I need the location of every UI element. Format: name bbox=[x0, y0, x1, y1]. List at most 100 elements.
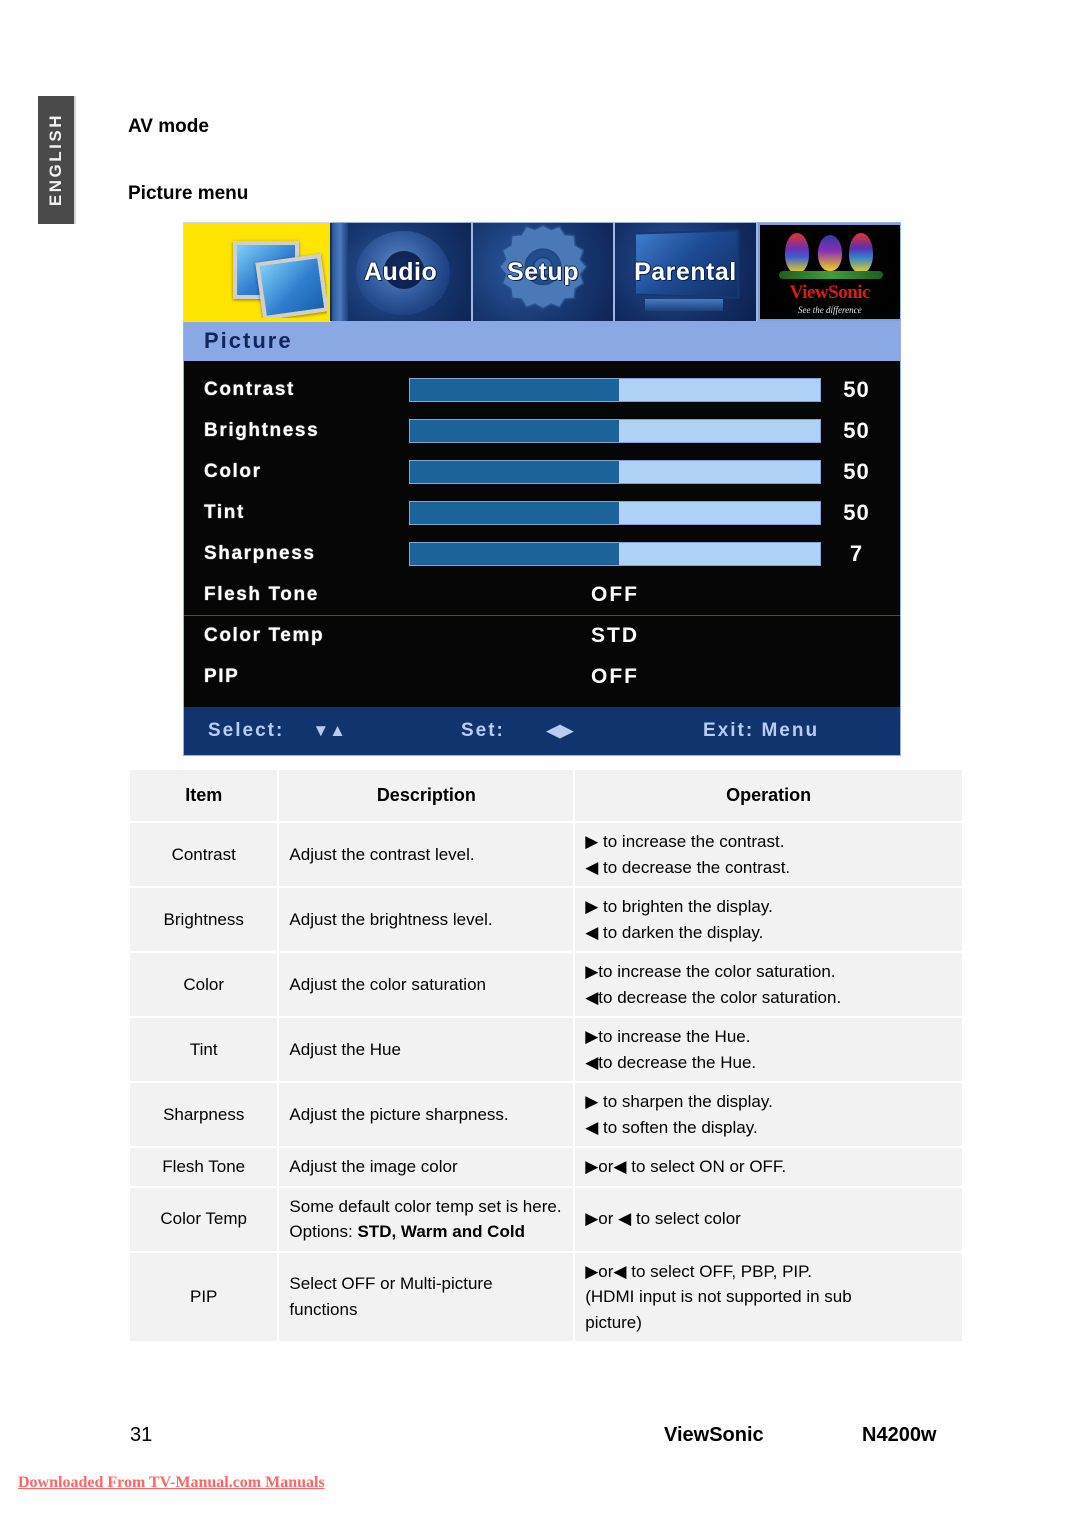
operation-line: ◀ to decrease the contrast. bbox=[585, 857, 791, 877]
manual-page: ENGLISH AV mode Picture menu Audio Setup… bbox=[0, 0, 1080, 1528]
osd-exit-label: Exit: Menu bbox=[703, 720, 820, 741]
osd-tab-bar: Audio Setup Parental ViewSonic See the d… bbox=[182, 222, 901, 322]
table-cell-operation: ▶or◀ to select OFF, PBP, PIP. (HDMI inpu… bbox=[575, 1252, 962, 1341]
table-cell-item: Sharpness bbox=[130, 1083, 278, 1146]
operation-line: (HDMI input is not supported in sub bbox=[585, 1287, 852, 1306]
osd-tab-parental-label: Parental bbox=[634, 257, 737, 286]
osd-slider-color[interactable] bbox=[409, 459, 821, 484]
bird-icon-center bbox=[817, 235, 842, 271]
viewsonic-logo-word: ViewSonic bbox=[789, 282, 871, 303]
bird-icon-left bbox=[784, 233, 809, 273]
osd-value-sharpness: 7 bbox=[849, 540, 864, 566]
table-cell-item: Brightness bbox=[130, 888, 278, 951]
osd-tab-parental[interactable]: Parental bbox=[615, 223, 758, 321]
osd-row-color-temp[interactable]: Color Temp STD bbox=[184, 615, 900, 656]
picture-menu-reference-table: Item Description Operation Contrast Adju… bbox=[128, 768, 964, 1343]
osd-slider-color-fill bbox=[410, 460, 620, 483]
osd-row-brightness-label: Brightness bbox=[204, 419, 320, 441]
osd-slider-tint-fill bbox=[410, 501, 620, 524]
osd-row-color[interactable]: Color 50 bbox=[184, 451, 900, 492]
osd-slider-contrast[interactable] bbox=[409, 377, 821, 402]
operation-line: ▶ to brighten the display. bbox=[585, 897, 773, 916]
table-header-item: Item bbox=[130, 770, 278, 821]
bird-perch bbox=[778, 271, 883, 279]
table-cell-operation: ▶ to brighten the display. ◀ to darken t… bbox=[575, 888, 962, 951]
page-title-av-mode: AV mode bbox=[128, 116, 209, 137]
table-row: PIP Select OFF or Multi-picture function… bbox=[130, 1252, 962, 1341]
osd-row-brightness[interactable]: Brightness 50 bbox=[184, 410, 900, 451]
osd-row-contrast[interactable]: Contrast 50 bbox=[184, 369, 900, 410]
osd-row-tint-label: Tint bbox=[204, 501, 245, 523]
table-cell-operation: ▶to increase the color saturation. ◀to d… bbox=[575, 953, 962, 1016]
section-title-picture-menu: Picture menu bbox=[128, 183, 249, 204]
osd-value-tint: 50 bbox=[843, 499, 870, 525]
osd-slider-sharpness[interactable] bbox=[409, 541, 821, 566]
operation-line: ▶or ◀ to select color bbox=[585, 1209, 741, 1229]
osd-tab-picture[interactable] bbox=[182, 222, 332, 322]
osd-menu-body: Contrast 50 Brightness 50 Color 50 Tint … bbox=[184, 361, 900, 707]
table-header-row: Item Description Operation bbox=[130, 770, 962, 821]
operation-line: ▶or◀ to select OFF, PBP, PIP. bbox=[585, 1261, 813, 1281]
table-row: Brightness Adjust the brightness level. … bbox=[130, 888, 962, 951]
osd-row-tint[interactable]: Tint 50 bbox=[184, 492, 900, 533]
osd-value-contrast: 50 bbox=[843, 376, 870, 402]
table-header-description: Description bbox=[279, 770, 574, 821]
footer-model: N4200w bbox=[862, 1424, 937, 1446]
osd-row-sharpness[interactable]: Sharpness 7 bbox=[184, 533, 900, 574]
osd-tab-audio-label: Audio bbox=[363, 257, 438, 286]
table-cell-description: Select OFF or Multi-picture functions bbox=[279, 1252, 574, 1341]
operation-line: ◀ to darken the display. bbox=[585, 922, 764, 942]
osd-value-color-temp: STD bbox=[591, 624, 639, 647]
viewsonic-birds-icon bbox=[775, 229, 885, 281]
table-header-operation: Operation bbox=[575, 770, 962, 821]
viewsonic-logo-tab: ViewSonic See the difference bbox=[757, 223, 901, 321]
table-row: Color Adjust the color saturation ▶to in… bbox=[130, 953, 962, 1016]
osd-slider-brightness-fill bbox=[410, 419, 620, 442]
osd-value-flesh-tone: OFF bbox=[591, 582, 639, 606]
operation-line: ▶ to increase the contrast. bbox=[585, 832, 785, 851]
osd-slider-sharpness-fill bbox=[410, 542, 620, 565]
osd-menu-title-label: Picture bbox=[204, 328, 293, 353]
osd-value-pip: OFF bbox=[591, 664, 639, 688]
osd-tab-setup[interactable]: Setup bbox=[472, 223, 616, 321]
picture-icon-frame-front bbox=[255, 253, 328, 318]
table-row: Sharpness Adjust the picture sharpness. … bbox=[130, 1083, 962, 1146]
osd-value-color: 50 bbox=[843, 458, 870, 484]
osd-row-contrast-label: Contrast bbox=[204, 378, 295, 400]
operation-line: ▶to increase the Hue. bbox=[585, 1027, 751, 1046]
osd-row-flesh-tone[interactable]: Flesh Tone OFF bbox=[184, 574, 900, 615]
osd-row-pip-label: PIP bbox=[204, 665, 240, 687]
osd-row-color-temp-label: Color Temp bbox=[204, 625, 325, 646]
table-cell-description: Adjust the brightness level. bbox=[279, 888, 574, 951]
osd-tab-setup-label: Setup bbox=[507, 257, 579, 286]
table-cell-description: Adjust the picture sharpness. bbox=[279, 1083, 574, 1146]
operation-line: ◀to decrease the Hue. bbox=[585, 1052, 757, 1072]
table-row: Flesh Tone Adjust the image color ▶or◀ t… bbox=[130, 1148, 962, 1186]
osd-tab-audio[interactable]: Audio bbox=[330, 223, 473, 321]
osd-row-color-label: Color bbox=[204, 460, 262, 482]
osd-slider-tint[interactable] bbox=[409, 500, 821, 525]
osd-screenshot: Audio Setup Parental ViewSonic See the d… bbox=[182, 222, 901, 756]
osd-row-pip[interactable]: PIP OFF bbox=[184, 656, 900, 697]
osd-value-brightness: 50 bbox=[843, 417, 870, 443]
page-number: 31 bbox=[130, 1424, 153, 1446]
speaker-icon-edge bbox=[332, 223, 349, 321]
table-cell-item: Contrast bbox=[130, 823, 278, 886]
osd-slider-contrast-fill bbox=[410, 378, 620, 401]
table-cell-operation: ▶ to sharpen the display. ◀ to soften th… bbox=[575, 1083, 962, 1146]
table-cell-description: Adjust the contrast level. bbox=[279, 823, 574, 886]
osd-slider-brightness[interactable] bbox=[409, 418, 821, 443]
description-options: STD, Warm and Cold bbox=[357, 1222, 525, 1241]
osd-status-bar: Select: ▼▲ Set: ◀▶ Exit: Menu bbox=[184, 707, 900, 755]
operation-line: ▶or◀ to select ON or OFF. bbox=[585, 1157, 787, 1176]
watermark-link[interactable]: Downloaded From TV-Manual.com Manuals bbox=[18, 1474, 325, 1492]
osd-menu-title: Picture bbox=[184, 321, 900, 361]
operation-line: ◀to decrease the color saturation. bbox=[585, 987, 842, 1007]
table-cell-item: Color Temp bbox=[130, 1187, 278, 1251]
left-right-arrows-icon: ◀▶ bbox=[546, 721, 574, 740]
table-cell-operation: ▶or◀ to select ON or OFF. bbox=[575, 1148, 962, 1186]
osd-row-sharpness-label: Sharpness bbox=[204, 542, 316, 564]
viewsonic-logo-tagline: See the difference bbox=[798, 305, 862, 315]
table-cell-item: Tint bbox=[130, 1018, 278, 1081]
osd-row-flesh-tone-label: Flesh Tone bbox=[204, 583, 319, 605]
